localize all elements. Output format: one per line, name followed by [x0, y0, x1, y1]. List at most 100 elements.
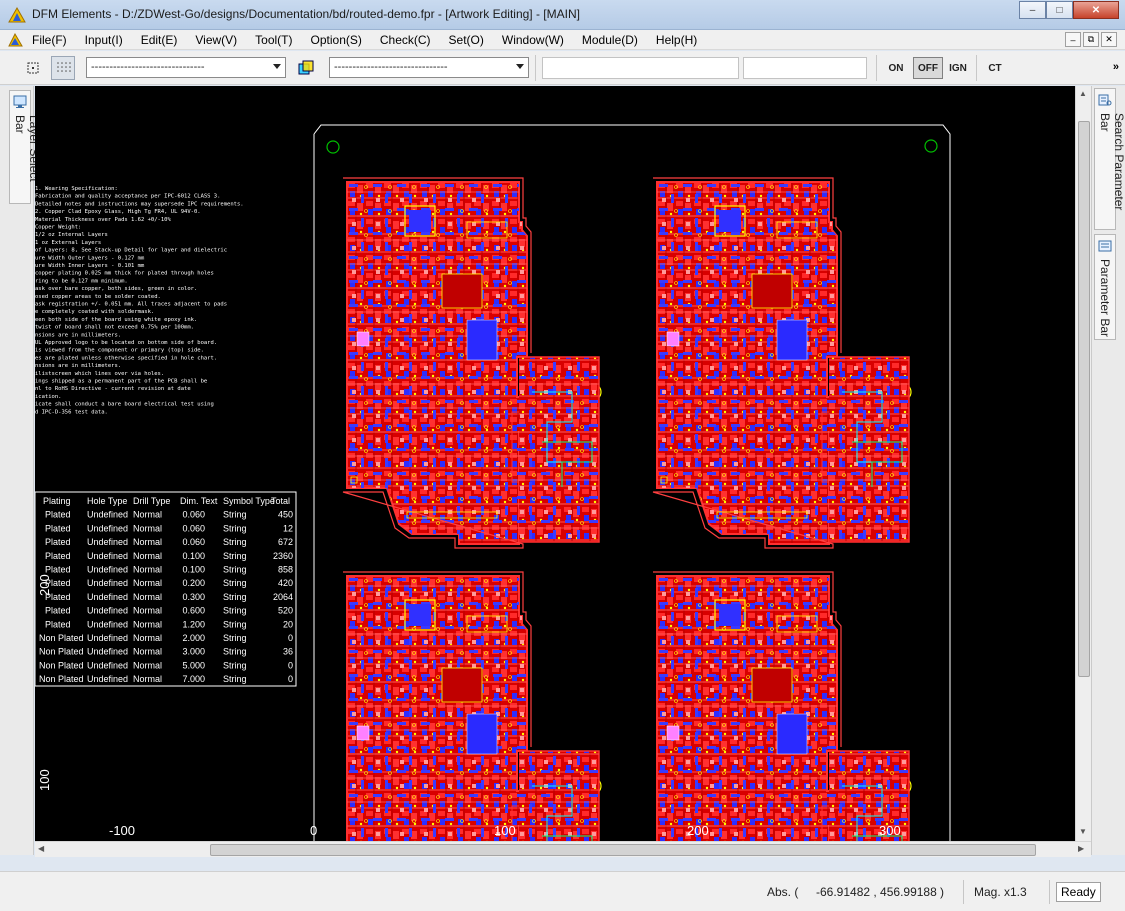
- drill-table-cell: Undefined: [87, 578, 128, 588]
- artwork-drawing[interactable]: 1. Wearing Specification: Fabrication an…: [35, 86, 1075, 841]
- menu-set[interactable]: Set(O): [449, 33, 492, 47]
- layer-color-icon[interactable]: [294, 56, 318, 80]
- drill-table: Plating Hole Type Drill Type Dim. Text Symbo…: [35, 491, 297, 687]
- mdi-restore-button[interactable]: ⧉: [1083, 32, 1099, 47]
- close-button[interactable]: ✕: [1073, 1, 1119, 19]
- state-off-button[interactable]: OFF: [913, 57, 943, 79]
- menu-check[interactable]: Check(C): [380, 33, 439, 47]
- vertical-scrollbar[interactable]: ▲ ▼: [1075, 86, 1091, 841]
- document-icon[interactable]: [8, 33, 23, 47]
- toolbar-overflow-button[interactable]: »: [1113, 61, 1119, 73]
- drill-table-cell: Non Plated: [39, 660, 84, 670]
- drill-table-cell: Normal: [133, 537, 162, 547]
- drill-table-header: Total: [271, 496, 290, 506]
- net-combo-value: -------------------------------: [334, 61, 448, 73]
- layer-combo[interactable]: -------------------------------: [86, 57, 286, 78]
- drill-table-cell: Normal: [133, 578, 162, 588]
- parameter-bar-tab[interactable]: Parameter Bar: [1094, 234, 1116, 340]
- drill-table-cell: 0.060: [182, 510, 205, 520]
- menu-input[interactable]: Input(I): [85, 33, 131, 47]
- mdi-close-button[interactable]: ✕: [1101, 32, 1117, 47]
- search-field-1[interactable]: [542, 57, 739, 79]
- note-line: een both side of the board using white e…: [35, 317, 197, 323]
- state-ign-button[interactable]: IGN: [943, 57, 973, 79]
- drill-table-cell: Normal: [133, 633, 162, 643]
- drill-table-cell: 36: [283, 647, 293, 657]
- drill-table-cell: 2.000: [182, 633, 205, 643]
- fabrication-notes: 1. Wearing Specification: Fabrication an…: [35, 186, 244, 415]
- menu-view[interactable]: View(V): [195, 33, 245, 47]
- note-line: ilistscreen which lines over via holes.: [35, 371, 164, 377]
- drill-table-cell: 0.600: [182, 606, 205, 616]
- ruler-x-label: 100: [494, 823, 516, 838]
- drill-table-cell: Plated: [45, 551, 71, 561]
- ruler-x-label: -100: [109, 823, 135, 838]
- note-line: is viewed from the component or primary …: [35, 348, 204, 354]
- scroll-down-icon[interactable]: ▼: [1079, 827, 1087, 836]
- parameter-bar-label: Parameter Bar: [1098, 259, 1112, 338]
- horizontal-scroll-thumb[interactable]: [210, 844, 1036, 856]
- drill-table-cell: 0: [288, 660, 293, 670]
- chevron-down-icon: [516, 64, 524, 69]
- net-combo[interactable]: -------------------------------: [329, 57, 529, 78]
- drill-table-header: Dim. Text: [180, 496, 218, 506]
- drill-table-header: Plating: [43, 496, 71, 506]
- drill-table-cell: 0.060: [182, 537, 205, 547]
- menu-bar: File(F) Input(I) Edit(E) View(V) Tool(T)…: [0, 30, 1125, 50]
- menu-file[interactable]: File(F): [32, 33, 75, 47]
- note-line: 1. Wearing Specification:: [35, 186, 118, 192]
- title-bar: DFM Elements - D:/ZDWest-Go/designs/Docu…: [0, 0, 1125, 30]
- vertical-scroll-thumb[interactable]: [1078, 121, 1090, 677]
- artwork-canvas[interactable]: 1. Wearing Specification: Fabrication an…: [35, 86, 1075, 841]
- drill-table-cell: 1.200: [182, 619, 205, 629]
- scroll-up-icon[interactable]: ▲: [1079, 89, 1087, 98]
- menu-help[interactable]: Help(H): [656, 33, 705, 47]
- drill-table-cell: 2064: [273, 592, 293, 602]
- note-line: Material Thickness over Pads 1.62 +0/-10…: [35, 217, 171, 223]
- layer-combo-value: -------------------------------: [91, 61, 205, 73]
- menu-option[interactable]: Option(S): [311, 33, 370, 47]
- menu-tool[interactable]: Tool(T): [255, 33, 300, 47]
- search-field-2[interactable]: [743, 57, 867, 79]
- drill-table-cell: 520: [278, 606, 293, 616]
- ruler-x-label: 300: [879, 823, 901, 838]
- state-ct-button[interactable]: CT: [980, 57, 1010, 79]
- drill-table-cell: Undefined: [87, 510, 128, 520]
- drill-table-cell: Normal: [133, 606, 162, 616]
- note-line: nsions are in millimeters.: [35, 332, 121, 338]
- scroll-left-icon[interactable]: ◀: [38, 844, 44, 853]
- note-line: ure Width Inner Layers - 0.101 mm: [35, 263, 145, 269]
- scroll-right-icon[interactable]: ▶: [1078, 844, 1084, 853]
- parameter-list-icon: [1098, 240, 1112, 252]
- drill-table-cell: String: [223, 510, 247, 520]
- note-line: Detailed notes and instructions may supe…: [35, 201, 244, 207]
- note-line: ure Width Outer Layers - 0.127 mm: [35, 255, 145, 261]
- minimize-button[interactable]: –: [1019, 1, 1046, 19]
- abs-coord-close: ): [940, 885, 944, 899]
- toolbar: ------------------------------- --------…: [0, 51, 1125, 85]
- drill-table-cell: String: [223, 551, 247, 561]
- drill-table-cell: String: [223, 537, 247, 547]
- search-parameter-bar-tab[interactable]: Search Parameter Bar: [1094, 88, 1125, 230]
- drill-table-cell: String: [223, 578, 247, 588]
- state-on-button[interactable]: ON: [881, 57, 911, 79]
- pcb-panel-bottom-right: [652, 571, 912, 841]
- mdi-minimize-button[interactable]: –: [1065, 32, 1081, 47]
- select-point-icon[interactable]: [21, 56, 45, 80]
- menu-window[interactable]: Window(W): [502, 33, 572, 47]
- ruler-x-label: 200: [687, 823, 709, 838]
- right-dock: Search Parameter Bar Parameter Bar: [1091, 86, 1125, 855]
- drill-table-cell: String: [223, 674, 247, 684]
- ruler-x-label: 0: [310, 823, 317, 838]
- drill-table-cell: Normal: [133, 660, 162, 670]
- drill-table-cell: 420: [278, 578, 293, 588]
- note-line: 2. Copper Clad Epoxy Glass, High Tg FR4,…: [35, 209, 201, 215]
- layer-select-bar-tab[interactable]: Layer Select Bar: [9, 90, 41, 204]
- menu-edit[interactable]: Edit(E): [141, 33, 186, 47]
- maximize-button[interactable]: □: [1046, 1, 1073, 19]
- drill-table-header: Symbol Type: [223, 496, 275, 506]
- horizontal-scrollbar[interactable]: ◀ ▶: [35, 841, 1091, 857]
- note-line: d IPC-D-356 test data.: [35, 409, 108, 415]
- menu-module[interactable]: Module(D): [582, 33, 646, 47]
- grid-icon[interactable]: [51, 56, 75, 80]
